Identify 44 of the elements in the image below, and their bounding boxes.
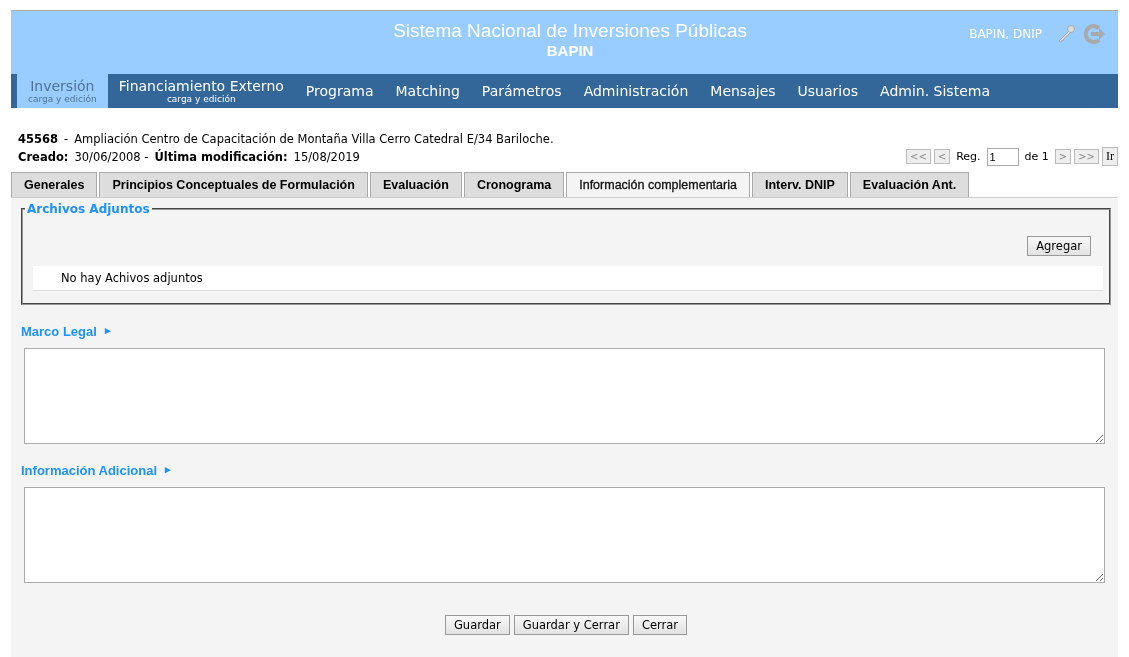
app-subtitle: BAPIN [545,42,595,59]
nav-item[interactable]: Mensajes [699,74,787,108]
record-label: Reg. [956,150,981,163]
nav-item[interactable]: Inversión carga y edición [17,74,108,108]
last-page-button[interactable]: >> [1074,149,1099,164]
tab[interactable]: Principios Conceptuales de Formulación [99,172,368,197]
previous-page-button[interactable]: < [933,149,951,164]
tab[interactable]: Información complementaria [566,172,750,197]
action-button[interactable]: Guardar y Cerrar [513,615,629,635]
modified-date: 15/08/2019 [293,149,360,166]
user-name: BAPIN, DNIP [969,26,1042,41]
tab[interactable]: Evaluación [369,172,462,197]
nav-item[interactable]: Matching [384,74,471,108]
add-button[interactable]: Agregar [1027,236,1091,256]
nav-item[interactable]: Usuarios [786,74,870,108]
logout-icon[interactable] [1082,22,1106,45]
record-id: 45568 [18,131,58,148]
app-title: Sistema Nacional de Inversiones Públicas [392,20,748,42]
key-icon[interactable] [1056,23,1076,44]
nav-item[interactable]: Admin. Sistema [869,74,1001,108]
action-button[interactable]: Guardar [444,615,510,635]
nav-item[interactable]: Financiamiento Externo carga y edición [107,74,295,108]
first-page-button[interactable]: << [906,149,931,164]
nav-item[interactable]: Administración [572,74,700,108]
tab[interactable]: Evaluación Ant. [849,172,970,197]
go-button[interactable]: Ir [1102,147,1118,166]
created-date: 30/06/2008 - [74,149,149,166]
tab[interactable]: Generales [11,172,98,197]
record-name: Ampliación Centro de Capacitación de Montaña Villa Cerro Catedral E/34 Bariloche. [74,131,554,148]
modified-label: Última modificación: [154,148,288,166]
tab[interactable]: Cronograma [463,172,565,197]
text-area[interactable] [24,348,1105,444]
created-label: Creado: [18,149,69,166]
action-button[interactable]: Cerrar [632,615,688,635]
nav-item[interactable]: Parámetros [470,74,573,108]
attachments-legend: Archivos Adjuntos [25,202,152,216]
tab[interactable]: Interv. DNIP [751,172,848,197]
record-input[interactable]: 1 [986,147,1019,166]
separator: - [64,131,69,148]
empty-message: No hay Achivos adjuntos [61,271,203,285]
text-area[interactable] [24,487,1105,583]
nav-item[interactable]: Programa [294,74,385,108]
next-page-button[interactable]: > [1054,149,1072,164]
record-count: de 1 [1024,150,1049,163]
